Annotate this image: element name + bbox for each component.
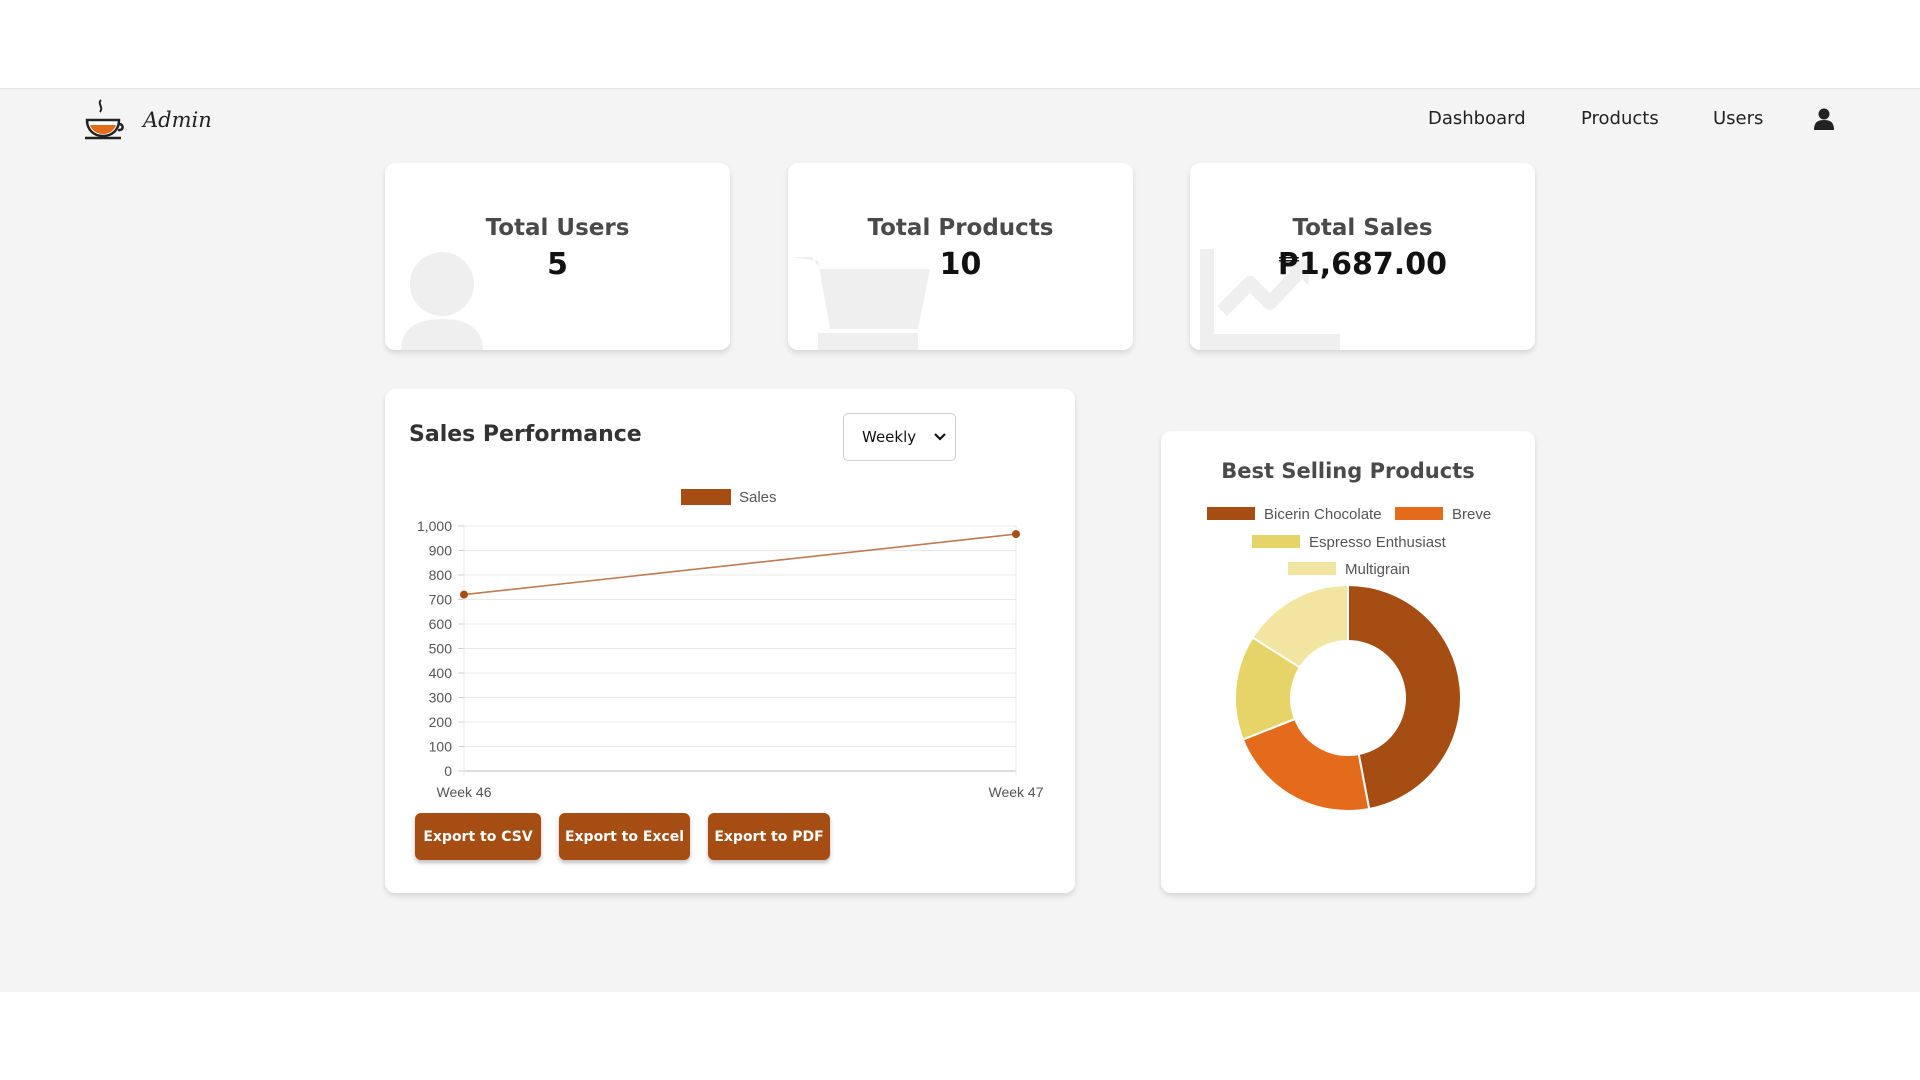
y-tick-label: 200 xyxy=(429,714,453,730)
legend-label: Espresso Enthusiast xyxy=(1309,534,1447,551)
nav-link-products[interactable]: Products xyxy=(1581,108,1659,129)
legend-swatch xyxy=(1395,507,1443,520)
stat-label: Total Products xyxy=(867,215,1054,241)
y-tick-label: 700 xyxy=(429,592,453,608)
legend-label: Breve xyxy=(1452,506,1491,523)
legend-label: Multigrain xyxy=(1345,561,1410,578)
x-tick-label: Week 47 xyxy=(989,784,1044,799)
y-tick-label: 500 xyxy=(429,641,453,657)
stat-card-total-users: Total Users 5 xyxy=(385,163,730,350)
stat-label: Total Users xyxy=(485,215,630,241)
export-csv-button[interactable]: Export to CSV xyxy=(415,813,541,860)
nav-link-users[interactable]: Users xyxy=(1713,108,1763,129)
y-tick-label: 1,000 xyxy=(417,518,452,534)
period-select-value: Weekly xyxy=(862,428,917,446)
donut-slice xyxy=(1347,583,1462,811)
stat-value: 5 xyxy=(547,247,568,282)
best-selling-title: Best Selling Products xyxy=(1221,459,1475,483)
sales-performance-title: Sales Performance xyxy=(409,422,642,447)
export-excel-button[interactable]: Export to Excel xyxy=(559,813,690,860)
user-profile-icon[interactable] xyxy=(1814,108,1834,130)
y-tick-label: 0 xyxy=(444,763,452,779)
stat-card-total-products: Total Products 10 xyxy=(788,163,1133,350)
chevron-down-icon xyxy=(934,433,946,441)
y-tick-label: 900 xyxy=(429,543,453,559)
x-tick-label: Week 46 xyxy=(437,784,492,799)
brand-name: Admin xyxy=(143,108,212,132)
y-tick-label: 600 xyxy=(429,616,453,632)
y-tick-label: 800 xyxy=(429,567,453,583)
legend-swatch-sales xyxy=(681,489,731,505)
stat-label: Total Sales xyxy=(1292,215,1433,241)
legend-label-sales: Sales xyxy=(739,489,777,506)
sales-performance-card: Sales Performance Weekly 0 100 200 300 400 50… xyxy=(385,389,1075,893)
y-tick-label: 100 xyxy=(429,739,453,755)
best-selling-products-card: Bicerin Chocolate Breve Espresso Enthusias… xyxy=(1161,431,1535,893)
coffee-cup-logo-icon xyxy=(85,99,124,140)
legend-swatch xyxy=(1288,562,1336,575)
sales-series-line xyxy=(463,533,1017,596)
period-select[interactable]: Weekly xyxy=(843,413,956,461)
sales-data-point xyxy=(1012,530,1020,539)
sales-data-point xyxy=(460,590,468,599)
legend-swatch xyxy=(1252,535,1300,548)
stat-value: 10 xyxy=(939,247,982,282)
nav-link-dashboard[interactable]: Dashboard xyxy=(1428,108,1526,129)
export-pdf-button[interactable]: Export to PDF xyxy=(708,813,830,860)
y-tick-label: 300 xyxy=(429,690,453,706)
best-selling-donut-chart: Bicerin Chocolate Breve Espresso Enthusias… xyxy=(1207,506,1491,812)
legend-label: Bicerin Chocolate xyxy=(1264,506,1382,523)
y-tick-label: 400 xyxy=(429,665,453,681)
stat-card-total-sales: Total Sales ₱1,687.00 xyxy=(1190,163,1535,350)
legend-swatch xyxy=(1207,507,1255,520)
sales-line-chart: 0 100 200 300 400 500 600 700 800 900 1,000 Week 46… xyxy=(417,489,1044,799)
stat-value: ₱1,687.00 xyxy=(1278,247,1447,282)
